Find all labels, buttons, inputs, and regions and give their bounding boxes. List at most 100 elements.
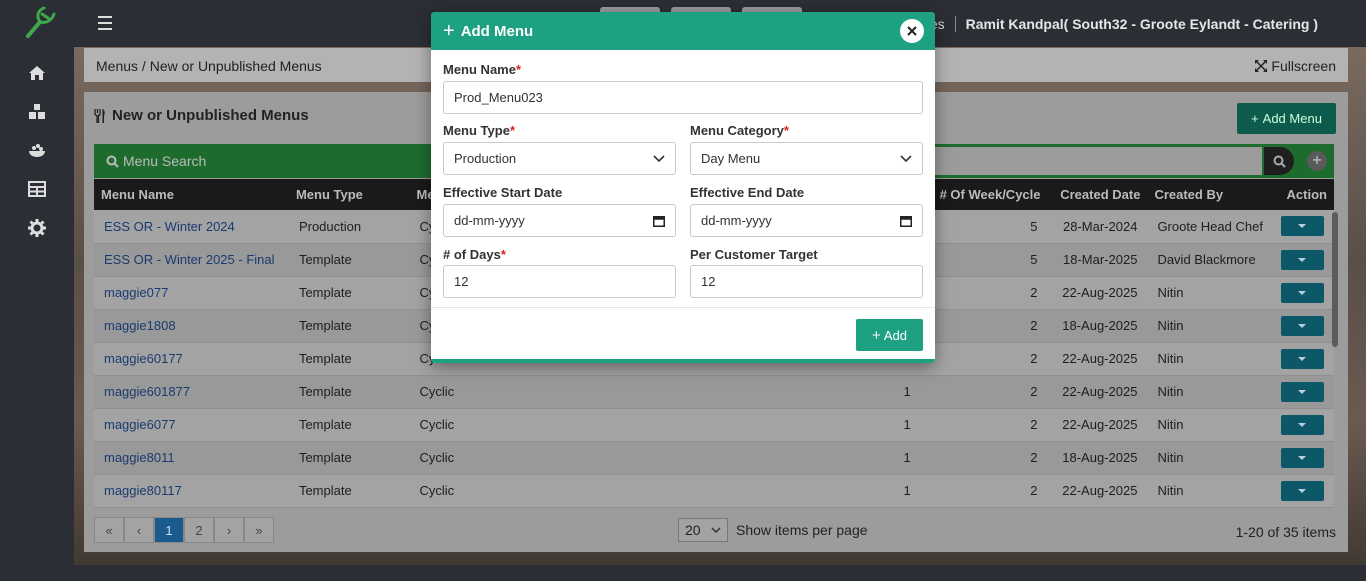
action-dropdown-button[interactable] bbox=[1280, 447, 1324, 468]
search-submit-button[interactable] bbox=[1264, 147, 1294, 175]
action-cell bbox=[1272, 210, 1334, 244]
action-dropdown-button[interactable] bbox=[1280, 315, 1324, 336]
start-date-label: Effective Start Date bbox=[443, 185, 563, 200]
action-dropdown-button[interactable] bbox=[1280, 381, 1324, 402]
gear-icon[interactable] bbox=[27, 218, 47, 238]
hamburger-menu-icon[interactable] bbox=[98, 16, 112, 30]
menu-cycle-text: Cyclic bbox=[419, 417, 455, 432]
customer-target-input[interactable]: 12 bbox=[690, 265, 923, 298]
caret-down-icon bbox=[1298, 224, 1307, 229]
caret-down-icon bbox=[1298, 290, 1307, 295]
dish-icon[interactable] bbox=[27, 140, 47, 160]
fullscreen-button[interactable]: Fullscreen bbox=[1255, 58, 1336, 74]
search-placeholder-text: Menu Search bbox=[123, 153, 207, 169]
per-page-select[interactable]: 20 bbox=[678, 518, 728, 542]
page-2-button[interactable]: 2 bbox=[184, 517, 214, 543]
user-name[interactable]: Ramit Kandpal( South32 - Groote Eylandt … bbox=[966, 16, 1318, 32]
menu-name-link[interactable]: maggie077 bbox=[94, 276, 289, 310]
menu-name-link[interactable]: ESS OR - Winter 2025 - Final bbox=[94, 243, 289, 277]
action-cell bbox=[1272, 342, 1334, 376]
created-by-cell: Nitin bbox=[1147, 408, 1273, 442]
page-first-button[interactable]: « bbox=[94, 517, 124, 543]
page-last-button[interactable]: » bbox=[244, 517, 274, 543]
calendar-icon[interactable] bbox=[900, 215, 912, 227]
table-scrollbar[interactable] bbox=[1332, 212, 1338, 347]
action-dropdown-button[interactable] bbox=[1280, 216, 1324, 237]
add-button-label: Add bbox=[883, 327, 907, 343]
action-dropdown-button[interactable] bbox=[1280, 282, 1324, 303]
table-row: maggie80117 Template Cyclic 1 2 22-Aug-2025 Ni… bbox=[94, 474, 1334, 508]
pagination: « ‹ 1 2 › » bbox=[94, 517, 274, 543]
days-label: # of Days* bbox=[443, 247, 506, 262]
col-menu-name[interactable]: Menu Name bbox=[94, 179, 289, 210]
add-menu-button[interactable]: + Add Menu bbox=[1237, 103, 1336, 134]
app-logo-icon[interactable] bbox=[22, 4, 58, 40]
menu-name-input[interactable]: Prod_Menu023 bbox=[443, 81, 923, 114]
search-placeholder[interactable]: Menu Search bbox=[106, 153, 206, 169]
action-dropdown-button[interactable] bbox=[1280, 249, 1324, 270]
table-row: maggie601877 Template Cyclic 1 2 22-Aug-2025 N… bbox=[94, 375, 1334, 409]
start-date-input[interactable]: dd-mm-yyyy bbox=[443, 204, 676, 237]
action-dropdown-button[interactable] bbox=[1280, 480, 1324, 501]
menu-type-select[interactable]: Production bbox=[443, 142, 676, 175]
action-cell bbox=[1272, 474, 1334, 508]
menu-type-cell: Template bbox=[288, 243, 410, 277]
action-cell bbox=[1272, 408, 1334, 442]
search-input[interactable] bbox=[926, 147, 1262, 175]
add-menu-label: Add Menu bbox=[1262, 111, 1322, 126]
page-prev-button[interactable]: ‹ bbox=[124, 517, 154, 543]
menu-cycle-cell: Cyclic 1 bbox=[409, 474, 925, 508]
weeks-cell: 5 bbox=[924, 210, 1048, 244]
menu-name-link[interactable]: maggie60177 bbox=[94, 342, 289, 376]
days-count: 1 bbox=[903, 450, 911, 465]
menu-name-link[interactable]: maggie8011 bbox=[94, 441, 289, 475]
modal-body: Menu Name* Prod_Menu023 Menu Type* Produ… bbox=[431, 50, 935, 308]
home-icon[interactable] bbox=[27, 63, 47, 83]
col-created-date[interactable]: Created Date bbox=[1048, 179, 1148, 210]
menu-cycle-text: Cyclic bbox=[419, 450, 455, 465]
created-date-cell: 22-Aug-2025 bbox=[1047, 375, 1148, 409]
per-page-label: Show items per page bbox=[736, 522, 868, 538]
search-icon bbox=[1273, 155, 1286, 168]
caret-down-icon bbox=[1298, 455, 1307, 460]
boxes-icon[interactable] bbox=[27, 102, 47, 122]
plus-icon: + bbox=[443, 20, 455, 42]
add-button[interactable]: + Add bbox=[856, 319, 923, 351]
customer-target-label: Per Customer Target bbox=[690, 247, 818, 262]
created-by-cell: Nitin bbox=[1147, 309, 1273, 343]
divider bbox=[954, 16, 956, 32]
days-input[interactable]: 12 bbox=[443, 265, 676, 298]
created-by-cell: Groote Head Chef bbox=[1147, 210, 1273, 244]
created-by-cell: Nitin bbox=[1147, 342, 1273, 376]
menu-cycle-cell: Cyclic 1 bbox=[409, 408, 925, 442]
weeks-cell: 2 bbox=[924, 441, 1048, 475]
menu-name-link[interactable]: maggie601877 bbox=[94, 375, 289, 409]
caret-down-icon bbox=[1298, 356, 1307, 361]
fullscreen-icon bbox=[1255, 60, 1268, 72]
page-next-button[interactable]: › bbox=[214, 517, 244, 543]
breadcrumb-root[interactable]: Menus bbox=[96, 58, 138, 74]
menu-name-link[interactable]: maggie6077 bbox=[94, 408, 289, 442]
menu-name-link[interactable]: maggie80117 bbox=[94, 474, 289, 508]
created-date-cell: 22-Aug-2025 bbox=[1047, 342, 1148, 376]
table-grid-icon[interactable] bbox=[27, 179, 47, 199]
caret-down-icon bbox=[1298, 323, 1307, 328]
col-weeks[interactable]: # Of Week/Cycle bbox=[925, 179, 1048, 210]
page-1-button[interactable]: 1 bbox=[154, 517, 184, 543]
action-dropdown-button[interactable] bbox=[1280, 348, 1324, 369]
menu-name-link[interactable]: ESS OR - Winter 2024 bbox=[94, 210, 289, 244]
items-count: 1-20 of 35 items bbox=[1235, 524, 1336, 540]
end-date-label: Effective End Date bbox=[690, 185, 805, 200]
menu-name-link[interactable]: maggie1808 bbox=[94, 309, 289, 343]
weeks-cell: 2 bbox=[924, 408, 1048, 442]
col-created-by[interactable]: Created By bbox=[1147, 179, 1273, 210]
end-date-input[interactable]: dd-mm-yyyy bbox=[690, 204, 923, 237]
add-circle-icon[interactable]: + bbox=[1307, 151, 1327, 171]
calendar-icon[interactable] bbox=[653, 215, 665, 227]
close-button[interactable] bbox=[900, 19, 924, 43]
menu-category-select[interactable]: Day Menu bbox=[690, 142, 923, 175]
col-menu-type[interactable]: Menu Type bbox=[289, 179, 410, 210]
action-cell bbox=[1272, 375, 1334, 409]
weeks-cell: 2 bbox=[924, 342, 1048, 376]
action-dropdown-button[interactable] bbox=[1280, 414, 1324, 435]
